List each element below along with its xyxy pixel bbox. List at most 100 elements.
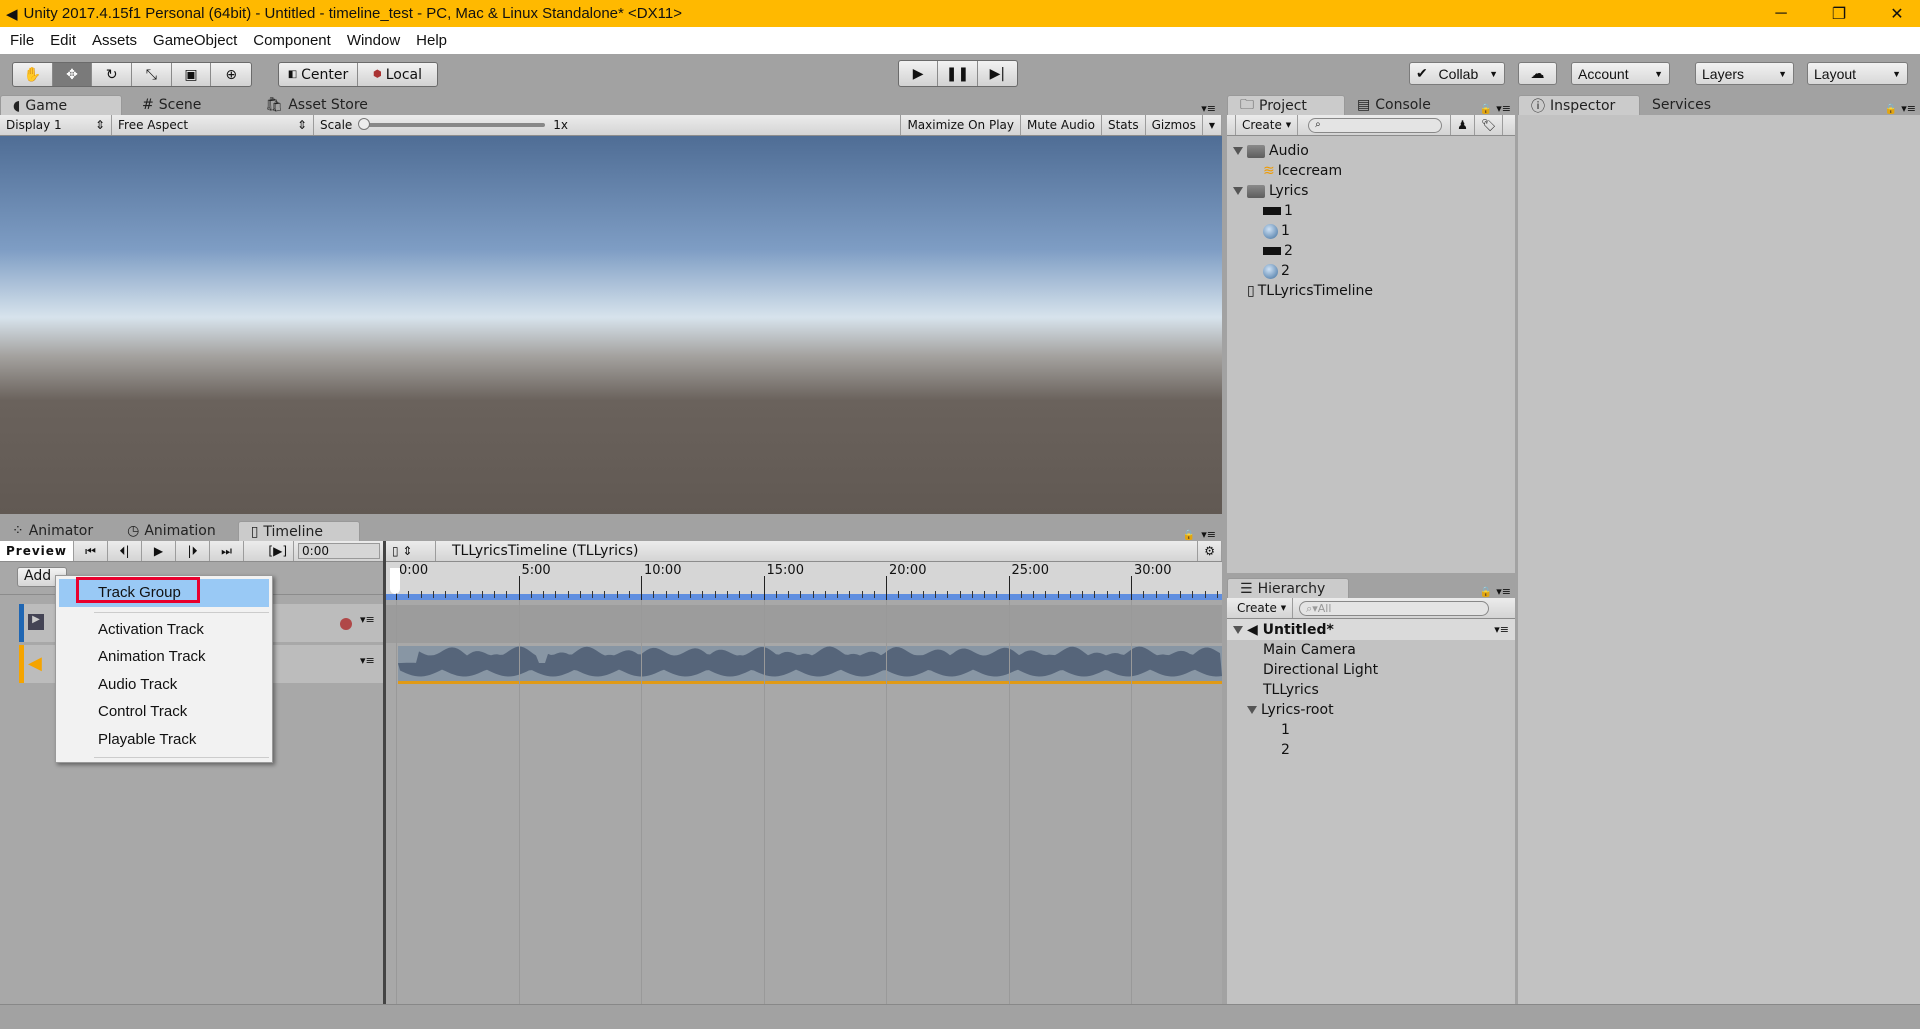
hand-icon[interactable]: ✋ [13,63,53,86]
play-range-button[interactable]: [▶] [244,541,295,561]
goto-start-button[interactable]: ⏮ [74,541,109,561]
menu-item-animation-track[interactable]: Animation Track [56,643,272,671]
panel-menu-icon[interactable]: ▾≡ [1496,585,1511,598]
project-search-input[interactable]: ⌕ [1308,117,1443,133]
timeline-selector[interactable]: ▯ ⇕ [386,541,436,561]
menu-item-playable-track[interactable]: Playable Track [56,726,272,754]
hierarchy-item[interactable]: 1 [1227,720,1515,740]
lock-icon[interactable]: 🔒 [1480,104,1492,115]
label-icon[interactable]: 🏷 [1475,115,1504,135]
play-button[interactable]: ▶ [142,541,177,561]
panel-menu-icon[interactable]: ▾≡ [1201,102,1216,115]
menu-item-audio-track[interactable]: Audio Track [56,671,272,699]
tab-scene[interactable]: # Scene [130,95,213,115]
panel-menu-icon[interactable]: ▾≡ [1901,102,1916,115]
project-item[interactable]: ▯ TLLyricsTimeline [1233,281,1513,301]
rect-icon[interactable]: ▣ [172,63,212,86]
hierarchy-item[interactable]: Directional Light [1227,660,1515,680]
time-ruler[interactable]: 0:00 5:00 10:00 15:00 20:00 25:00 30:00 [386,562,1222,600]
time-field[interactable]: 0:00 [298,543,381,559]
tab-inspector[interactable]: ⓘ Inspector [1518,95,1640,115]
goto-end-button[interactable]: ⏭ [210,541,245,561]
tab-asset-store[interactable]: 🛍 Asset Store [253,95,380,115]
project-item[interactable]: ≋ Icecream [1233,161,1513,181]
tab-console[interactable]: ▤ Console [1345,95,1443,115]
tab-game[interactable]: ◖ Game [0,95,122,115]
pause-button[interactable]: ❚❚ [938,61,978,86]
scene-header[interactable]: ◀ Untitled* ▾≡ [1227,619,1515,640]
menu-item-control-track[interactable]: Control Track [56,698,272,726]
create-dropdown[interactable]: Create ▼ [1231,598,1294,618]
scale-slider[interactable] [358,118,546,130]
close-button[interactable]: ✕ [1874,4,1920,24]
menu-item-activation-track[interactable]: Activation Track [56,616,272,644]
aspect-select[interactable]: Free Aspect ⇕ [112,115,314,135]
prev-frame-button[interactable]: ⏴| [108,541,143,561]
filter-type-icon[interactable]: ♟ [1450,115,1475,135]
slider-thumb[interactable] [358,118,371,130]
hierarchy-search-input[interactable]: ⌕▾All [1299,600,1490,616]
lock-icon[interactable]: 🔒 [1183,530,1195,541]
expand-arrow-icon[interactable] [1233,147,1243,155]
tab-project[interactable]: 🗀 Project [1227,95,1345,115]
play-button[interactable]: ▶ [899,61,939,86]
hierarchy-item[interactable]: 2 [1227,740,1515,760]
account-dropdown[interactable]: Account ▼ [1571,62,1670,85]
track-menu-icon[interactable]: ▾≡ [360,613,375,626]
tab-animator[interactable]: ⁘ Animator [0,521,105,541]
restore-button[interactable]: ❐ [1816,4,1862,24]
mute-audio-toggle[interactable]: Mute Audio [1021,115,1102,135]
playhead-handle[interactable] [390,568,400,594]
project-item[interactable]: 1 [1233,221,1513,241]
lock-icon[interactable]: 🔒 [1480,587,1492,598]
cloud-button[interactable]: ☁ [1518,62,1557,85]
expand-arrow-icon[interactable] [1233,187,1243,195]
activation-track-lane[interactable] [386,605,1222,643]
create-dropdown[interactable]: Create ▼ [1235,115,1299,135]
move-icon[interactable]: ✥ [52,63,93,86]
panel-menu-icon[interactable]: ▾≡ [1201,528,1216,541]
panel-menu-icon[interactable]: ▾≡ [1496,102,1511,115]
hierarchy-item[interactable]: Main Camera [1227,640,1515,660]
display-select[interactable]: Display 1 ⇕ [0,115,112,135]
hierarchy-item[interactable]: TLLyrics [1227,680,1515,700]
stats-toggle[interactable]: Stats [1102,115,1146,135]
menu-assets[interactable]: Assets [84,32,145,49]
minimize-button[interactable]: ─ [1758,5,1804,23]
rotate-icon[interactable]: ↻ [92,63,133,86]
menu-gameobject[interactable]: GameObject [145,32,245,49]
gizmos-toggle[interactable]: Gizmos [1146,115,1203,135]
record-icon[interactable] [340,618,352,630]
menu-component[interactable]: Component [245,32,339,49]
project-item[interactable]: Audio [1233,141,1513,161]
menu-window[interactable]: Window [339,32,408,49]
preview-toggle[interactable]: Preview [0,541,75,561]
project-item[interactable]: 1 [1233,201,1513,221]
project-item[interactable]: 2 [1233,241,1513,261]
tab-hierarchy[interactable]: ☰ Hierarchy [1227,578,1349,598]
hierarchy-item[interactable]: Lyrics-root [1227,700,1515,720]
tab-services[interactable]: Services [1640,95,1723,115]
menu-edit[interactable]: Edit [42,32,84,49]
layers-dropdown[interactable]: Layers ▼ [1695,62,1794,85]
expand-arrow-icon[interactable] [1233,625,1243,634]
step-button[interactable]: ▶| [978,61,1017,86]
project-item[interactable]: 2 [1233,261,1513,281]
next-frame-button[interactable]: |⏵ [176,541,211,561]
tab-timeline[interactable]: ▯ Timeline [237,521,360,541]
gizmos-dropdown-icon[interactable]: ▼ [1203,115,1222,135]
tab-animation[interactable]: ◷ Animation [115,521,228,541]
gear-icon[interactable]: ⚙ [1197,541,1222,561]
collab-dropdown[interactable]: ✔ Collab ▼ [1409,62,1505,85]
breadcrumb-timeline[interactable]: TLLyricsTimeline (TLLyrics) [436,541,644,561]
menu-file[interactable]: File [0,32,42,49]
pivot-center-button[interactable]: ◧ Center [279,63,358,86]
maximize-on-play-toggle[interactable]: Maximize On Play [900,115,1022,135]
scene-menu-icon[interactable]: ▾≡ [1494,623,1509,636]
expand-arrow-icon[interactable] [1247,706,1257,714]
layout-dropdown[interactable]: Layout ▼ [1807,62,1908,85]
game-viewport[interactable] [0,136,1222,514]
pivot-local-button[interactable]: ⬢ Local [358,63,437,86]
menu-help[interactable]: Help [408,32,455,49]
track-menu-icon[interactable]: ▾≡ [360,654,375,667]
